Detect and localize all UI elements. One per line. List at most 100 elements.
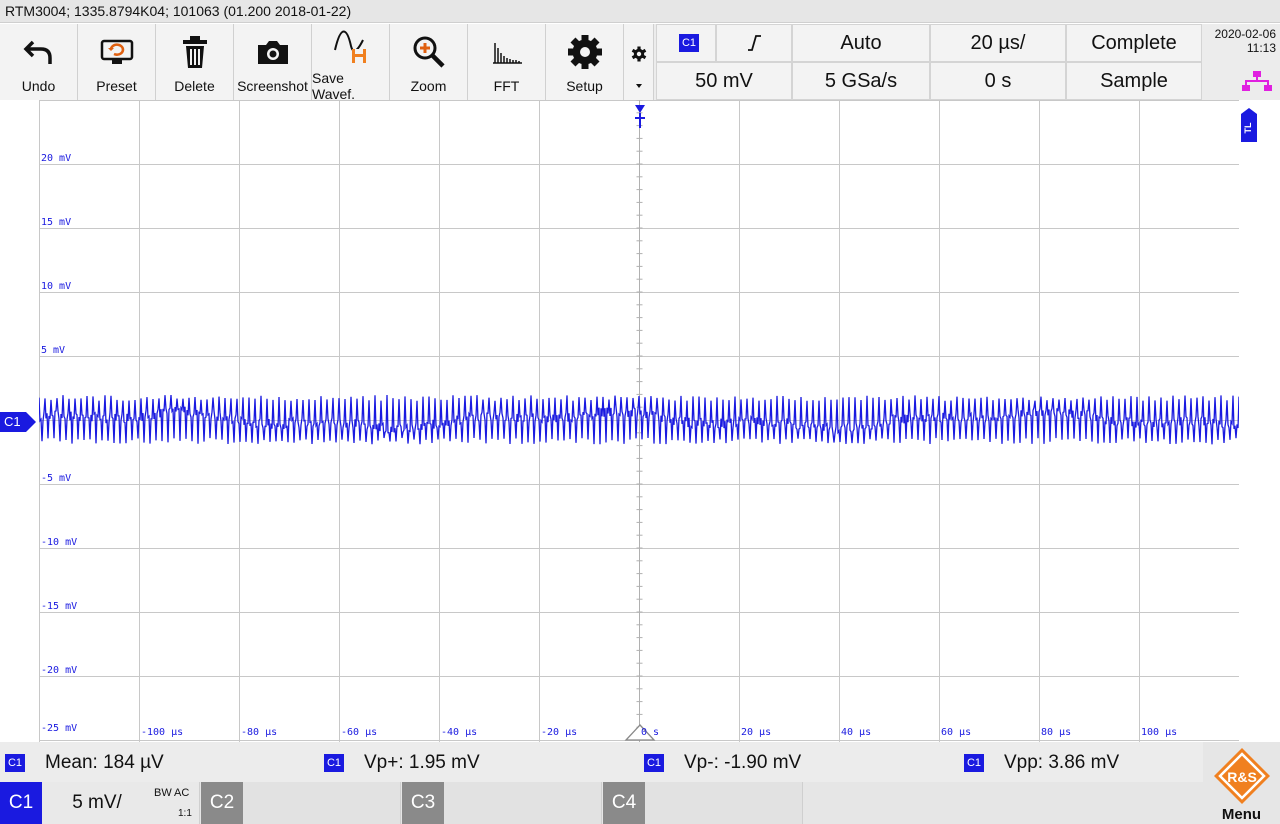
x-axis-label: 80 µs [1041,727,1072,738]
channel-1-flags: BW AC 1:1 [152,782,198,824]
channel-2-label: C2 [201,782,243,824]
rising-edge-icon [748,35,761,51]
y-axis-label: -20 mV [41,665,78,676]
window-title: RTM3004; 1335.8794K04; 101063 (01.200 20… [0,0,1280,23]
x-axis-label: -100 µs [141,727,184,738]
waveform-display[interactable] [39,100,1239,742]
channel-1-probe: 1:1 [178,808,192,819]
fft-button[interactable]: FFT [468,24,546,100]
timebase-cell[interactable]: 20 µs/ [930,24,1066,62]
rs-logo-icon: R&S [1214,748,1270,804]
small-gear-icon [631,44,647,64]
right-margin: TL [1239,100,1280,742]
preset-button[interactable]: Preset [78,24,156,100]
screenshot-label: Screenshot [237,78,308,94]
x-axis-label: -60 µs [341,727,378,738]
acquisition-mode-cell[interactable]: Sample [1066,62,1202,100]
gear-icon [567,30,603,74]
y-axis-label: -25 mV [41,723,78,734]
y-axis-label: -5 mV [41,473,72,484]
measurement-vpp-channel: C1 [964,754,984,772]
fft-icon [491,30,523,74]
measurement-mean-channel: C1 [5,754,25,772]
measurement-vp-plus-text: Vp+: 1.95 mV [364,752,480,773]
y-axis-label: 10 mV [41,281,72,292]
x-axis-label: 100 µs [1141,727,1178,738]
trigger-level-cell[interactable]: 50 mV [656,62,792,100]
y-axis-label: 5 mV [41,345,66,356]
zoom-button[interactable]: Zoom [390,24,468,100]
channel-1-coupling: AC [174,787,190,799]
quick-settings-button[interactable] [624,24,654,100]
channel-4-tab[interactable]: C4 [603,782,803,824]
preset-icon [100,30,134,74]
y-axis-label: -15 mV [41,601,78,612]
channel-3-tab[interactable]: C3 [402,782,602,824]
trigger-position-marker[interactable] [632,104,648,135]
trigger-offset-cell[interactable]: 0 s [930,62,1066,100]
camera-icon [256,30,290,74]
channel-1-tab[interactable]: C1 5 mV/ BW AC 1:1 [0,782,200,824]
measurement-bar: C1 Mean: 184 µV C1 Vp+: 1.95 mV C1 Vp-: … [0,742,1280,782]
setup-button[interactable]: Setup [546,24,624,100]
menu-button[interactable]: R&S Menu [1203,742,1280,824]
channel-bar: C1 5 mV/ BW AC 1:1 C2 C3 C4 [0,782,1280,824]
fft-label: FFT [493,78,520,94]
toolbar: Undo Preset Delete Screenshot Save Wavef… [0,24,1280,102]
screenshot-button[interactable]: Screenshot [234,24,312,100]
save-waveform-label: Save Wavef. [312,70,356,102]
datetime-display: 2020-02-06 11:13 [1204,24,1280,100]
save-waveform-button[interactable]: Save Wavef. [312,24,390,102]
trigger-level-marker-text: TL [1243,122,1253,133]
x-axis-label: 20 µs [741,727,772,738]
zoom-icon [412,30,446,74]
measurement-vp-minus-text: Vp-: -1.90 mV [684,752,802,773]
svg-text:R&S: R&S [1227,769,1257,785]
channel-1-bw: BW [154,787,172,799]
channel-3-label: C3 [402,782,444,824]
trigger-level-marker[interactable]: TL [1240,108,1258,147]
menu-label: Menu [1221,806,1262,823]
undo-icon [23,30,55,74]
channel-2-tab[interactable]: C2 [201,782,401,824]
x-axis-label: 60 µs [941,727,972,738]
measurement-vp-plus-channel: C1 [324,754,344,772]
x-axis-label: -20 µs [541,727,578,738]
x-axis-label: -40 µs [441,727,478,738]
y-axis-label: -10 mV [41,537,78,548]
zoom-label: Zoom [410,78,447,94]
measurement-mean-text: Mean: 184 µV [45,752,164,773]
sample-rate-cell[interactable]: 5 GSa/s [792,62,930,100]
time-text: 11:13 [1246,41,1276,55]
measurement-vp-minus-channel: C1 [644,754,664,772]
trash-icon [181,30,209,74]
delete-label: Delete [174,78,215,94]
measurement-vp-minus[interactable]: C1 Vp-: -1.90 mV [644,752,801,774]
measurement-vpp-text: Vpp: 3.86 mV [1004,752,1120,773]
trigger-source-badge: C1 [679,34,699,52]
measurement-vpp[interactable]: C1 Vpp: 3.86 mV [964,752,1119,774]
trigger-mode-cell[interactable]: Auto [792,24,930,62]
undo-button[interactable]: Undo [0,24,78,100]
preset-label: Preset [96,78,137,94]
x-axis-label: 40 µs [841,727,872,738]
y-axis-label: 20 mV [41,153,72,164]
undo-label: Undo [21,78,56,94]
channel-1-scale: 5 mV/ [72,792,122,813]
acquisition-state-cell[interactable]: Complete [1066,24,1202,62]
x-axis-label: 0 s [641,727,660,738]
trigger-slope-cell[interactable] [716,24,792,62]
x-axis-label: -80 µs [241,727,278,738]
setup-label: Setup [566,78,603,94]
channel-1-offset-marker[interactable]: C1 [0,412,36,432]
dropdown-arrow-icon [634,76,644,94]
network-icon [1242,70,1272,95]
y-axis-label: 15 mV [41,217,72,228]
save-waveform-icon [333,30,369,66]
delete-button[interactable]: Delete [156,24,234,100]
channel-1-offset-label: C1 [4,414,21,429]
trigger-source-cell[interactable]: C1 [656,24,716,62]
channel-1-label: C1 [0,782,42,824]
measurement-mean[interactable]: C1 Mean: 184 µV [5,752,164,774]
measurement-vp-plus[interactable]: C1 Vp+: 1.95 mV [324,752,480,774]
